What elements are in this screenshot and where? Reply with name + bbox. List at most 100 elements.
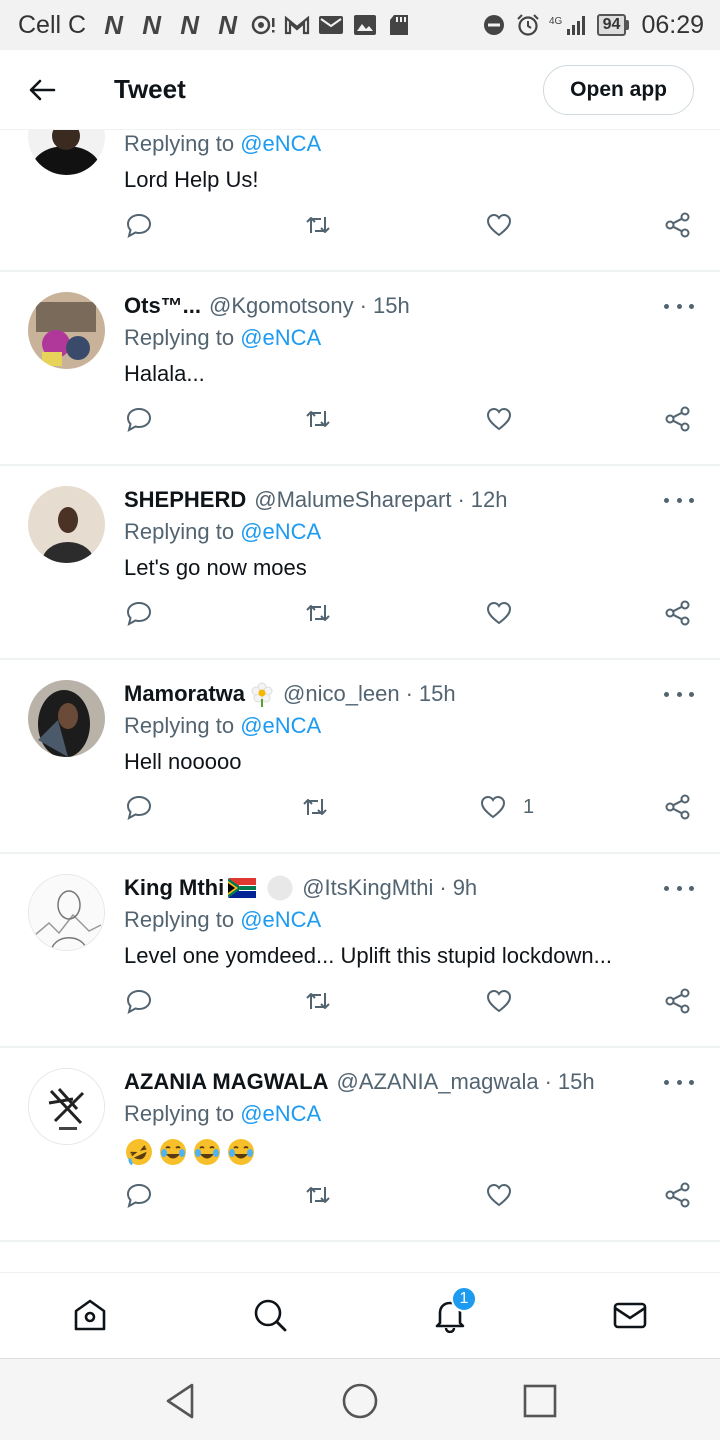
more-options-button[interactable] bbox=[664, 682, 694, 706]
system-back-button[interactable] bbox=[160, 1381, 200, 1421]
user-handle[interactable]: @ItsKingMthi bbox=[302, 875, 433, 901]
share-button[interactable] bbox=[664, 1173, 692, 1217]
system-recents-button[interactable] bbox=[520, 1381, 560, 1421]
avatar[interactable] bbox=[28, 680, 105, 757]
reply-button[interactable] bbox=[125, 591, 153, 635]
tweet-item[interactable]: SHEPHERD @MalumeSharepart · 12h Replying… bbox=[0, 466, 720, 660]
share-button[interactable] bbox=[664, 979, 692, 1023]
reply-icon bbox=[126, 989, 152, 1014]
share-button[interactable] bbox=[664, 785, 692, 829]
retweet-button[interactable] bbox=[304, 397, 332, 441]
reply-button[interactable] bbox=[125, 785, 153, 829]
tweet-item[interactable]: AZANIA MAGWALA @AZANIA_magwala · 15h Rep… bbox=[0, 1048, 720, 1242]
user-handle[interactable]: @Kgomotsony bbox=[209, 293, 354, 319]
reply-button[interactable] bbox=[125, 979, 153, 1023]
tweet-header: Mamoratwa @nico_leen · 15h bbox=[124, 681, 456, 707]
tears-of-joy-emoji bbox=[228, 1139, 254, 1165]
bottom-navigation: 1 bbox=[0, 1272, 720, 1358]
tweet-item[interactable]: Mamoratwa @nico_leen · 15h Replying to @… bbox=[0, 660, 720, 854]
share-icon bbox=[665, 212, 690, 238]
heart-icon bbox=[486, 1183, 512, 1207]
tweet-text bbox=[124, 1137, 256, 1167]
tweet-text: Lord Help Us! bbox=[124, 167, 259, 192]
tweet-header: AZANIA MAGWALA @AZANIA_magwala · 15h bbox=[124, 1069, 595, 1095]
mention-link[interactable]: @eNCA bbox=[240, 131, 321, 156]
share-icon bbox=[665, 600, 690, 626]
retweet-icon bbox=[306, 217, 330, 233]
mention-link[interactable]: @eNCA bbox=[240, 519, 321, 544]
share-icon bbox=[665, 406, 690, 432]
nav-home[interactable] bbox=[70, 1295, 110, 1335]
mention-link[interactable]: @eNCA bbox=[240, 713, 321, 738]
retweet-button[interactable] bbox=[304, 591, 332, 635]
retweet-button[interactable] bbox=[304, 979, 332, 1023]
share-button[interactable] bbox=[664, 591, 692, 635]
share-button[interactable] bbox=[664, 203, 692, 247]
nav-messages[interactable] bbox=[610, 1295, 650, 1335]
retweet-button[interactable] bbox=[304, 203, 332, 247]
like-button[interactable] bbox=[485, 203, 513, 247]
tweet-actions bbox=[0, 397, 720, 441]
flower-emoji bbox=[251, 682, 273, 707]
rolling-laughing-emoji bbox=[126, 1139, 152, 1166]
display-name[interactable]: AZANIA MAGWALA bbox=[124, 1069, 329, 1095]
user-handle[interactable]: @nico_leen bbox=[283, 681, 400, 707]
user-handle[interactable]: @AZANIA_magwala bbox=[337, 1069, 539, 1095]
replying-to: Replying to @eNCA bbox=[124, 1101, 322, 1126]
tweet-item[interactable]: Ots™... @Kgomotsony · 15h Replying to @e… bbox=[0, 272, 720, 466]
retweet-icon bbox=[303, 799, 327, 815]
like-button[interactable]: 1 bbox=[479, 785, 534, 829]
heart-icon bbox=[486, 213, 512, 237]
mention-link[interactable]: @eNCA bbox=[240, 1101, 321, 1126]
mention-link[interactable]: @eNCA bbox=[240, 325, 321, 350]
south-africa-flag-icon bbox=[228, 878, 257, 898]
retweet-button[interactable] bbox=[304, 1173, 332, 1217]
show-more-replies-link[interactable] bbox=[0, 1242, 720, 1272]
avatar[interactable] bbox=[28, 486, 105, 563]
open-app-button[interactable]: Open app bbox=[543, 64, 694, 115]
tweet-actions bbox=[0, 591, 720, 635]
like-button[interactable] bbox=[485, 979, 513, 1023]
like-button[interactable] bbox=[485, 397, 513, 441]
nav-search[interactable] bbox=[250, 1295, 290, 1335]
more-options-button[interactable] bbox=[664, 488, 694, 512]
tweet-item[interactable]: King Mthi @ItsKingMthi · 9h Replying to … bbox=[0, 854, 720, 1048]
display-name[interactable]: Mamoratwa bbox=[124, 681, 245, 707]
more-options-button[interactable] bbox=[664, 876, 694, 900]
tweet-time[interactable]: 15h bbox=[373, 293, 410, 319]
notification-badge: 1 bbox=[451, 1286, 477, 1312]
back-button[interactable] bbox=[24, 72, 60, 108]
more-options-button[interactable] bbox=[664, 294, 694, 318]
replying-to: Replying to @eNCA bbox=[124, 325, 322, 350]
tweet-time[interactable]: 12h bbox=[471, 487, 508, 513]
tweet-time[interactable]: 15h bbox=[419, 681, 456, 707]
retweet-button[interactable] bbox=[301, 785, 329, 829]
avatar[interactable] bbox=[28, 292, 105, 369]
reply-icon bbox=[126, 795, 152, 820]
avatar[interactable] bbox=[28, 874, 105, 951]
tweet-time[interactable]: 15h bbox=[558, 1069, 595, 1095]
reply-button[interactable] bbox=[125, 203, 153, 247]
display-name[interactable]: Ots™... bbox=[124, 293, 201, 319]
reply-icon bbox=[126, 1183, 152, 1208]
system-home-button[interactable] bbox=[340, 1381, 380, 1421]
reply-button[interactable] bbox=[125, 397, 153, 441]
share-button[interactable] bbox=[664, 397, 692, 441]
mention-link[interactable]: @eNCA bbox=[240, 907, 321, 932]
like-button[interactable] bbox=[485, 591, 513, 635]
retweet-icon bbox=[306, 411, 330, 427]
share-icon bbox=[665, 988, 690, 1014]
display-name[interactable]: King Mthi bbox=[124, 875, 224, 901]
avatar[interactable] bbox=[28, 1068, 105, 1145]
more-options-button[interactable] bbox=[664, 1070, 694, 1094]
square-recents-icon bbox=[523, 1384, 557, 1418]
retweet-icon bbox=[306, 993, 330, 1009]
like-button[interactable] bbox=[485, 1173, 513, 1217]
share-icon bbox=[665, 794, 690, 820]
tweet-time[interactable]: 9h bbox=[453, 875, 477, 901]
heart-icon bbox=[486, 601, 512, 625]
reply-button[interactable] bbox=[125, 1173, 153, 1217]
retweet-icon bbox=[306, 1187, 330, 1203]
display-name[interactable]: SHEPHERD bbox=[124, 487, 246, 513]
user-handle[interactable]: @MalumeSharepart bbox=[254, 487, 451, 513]
